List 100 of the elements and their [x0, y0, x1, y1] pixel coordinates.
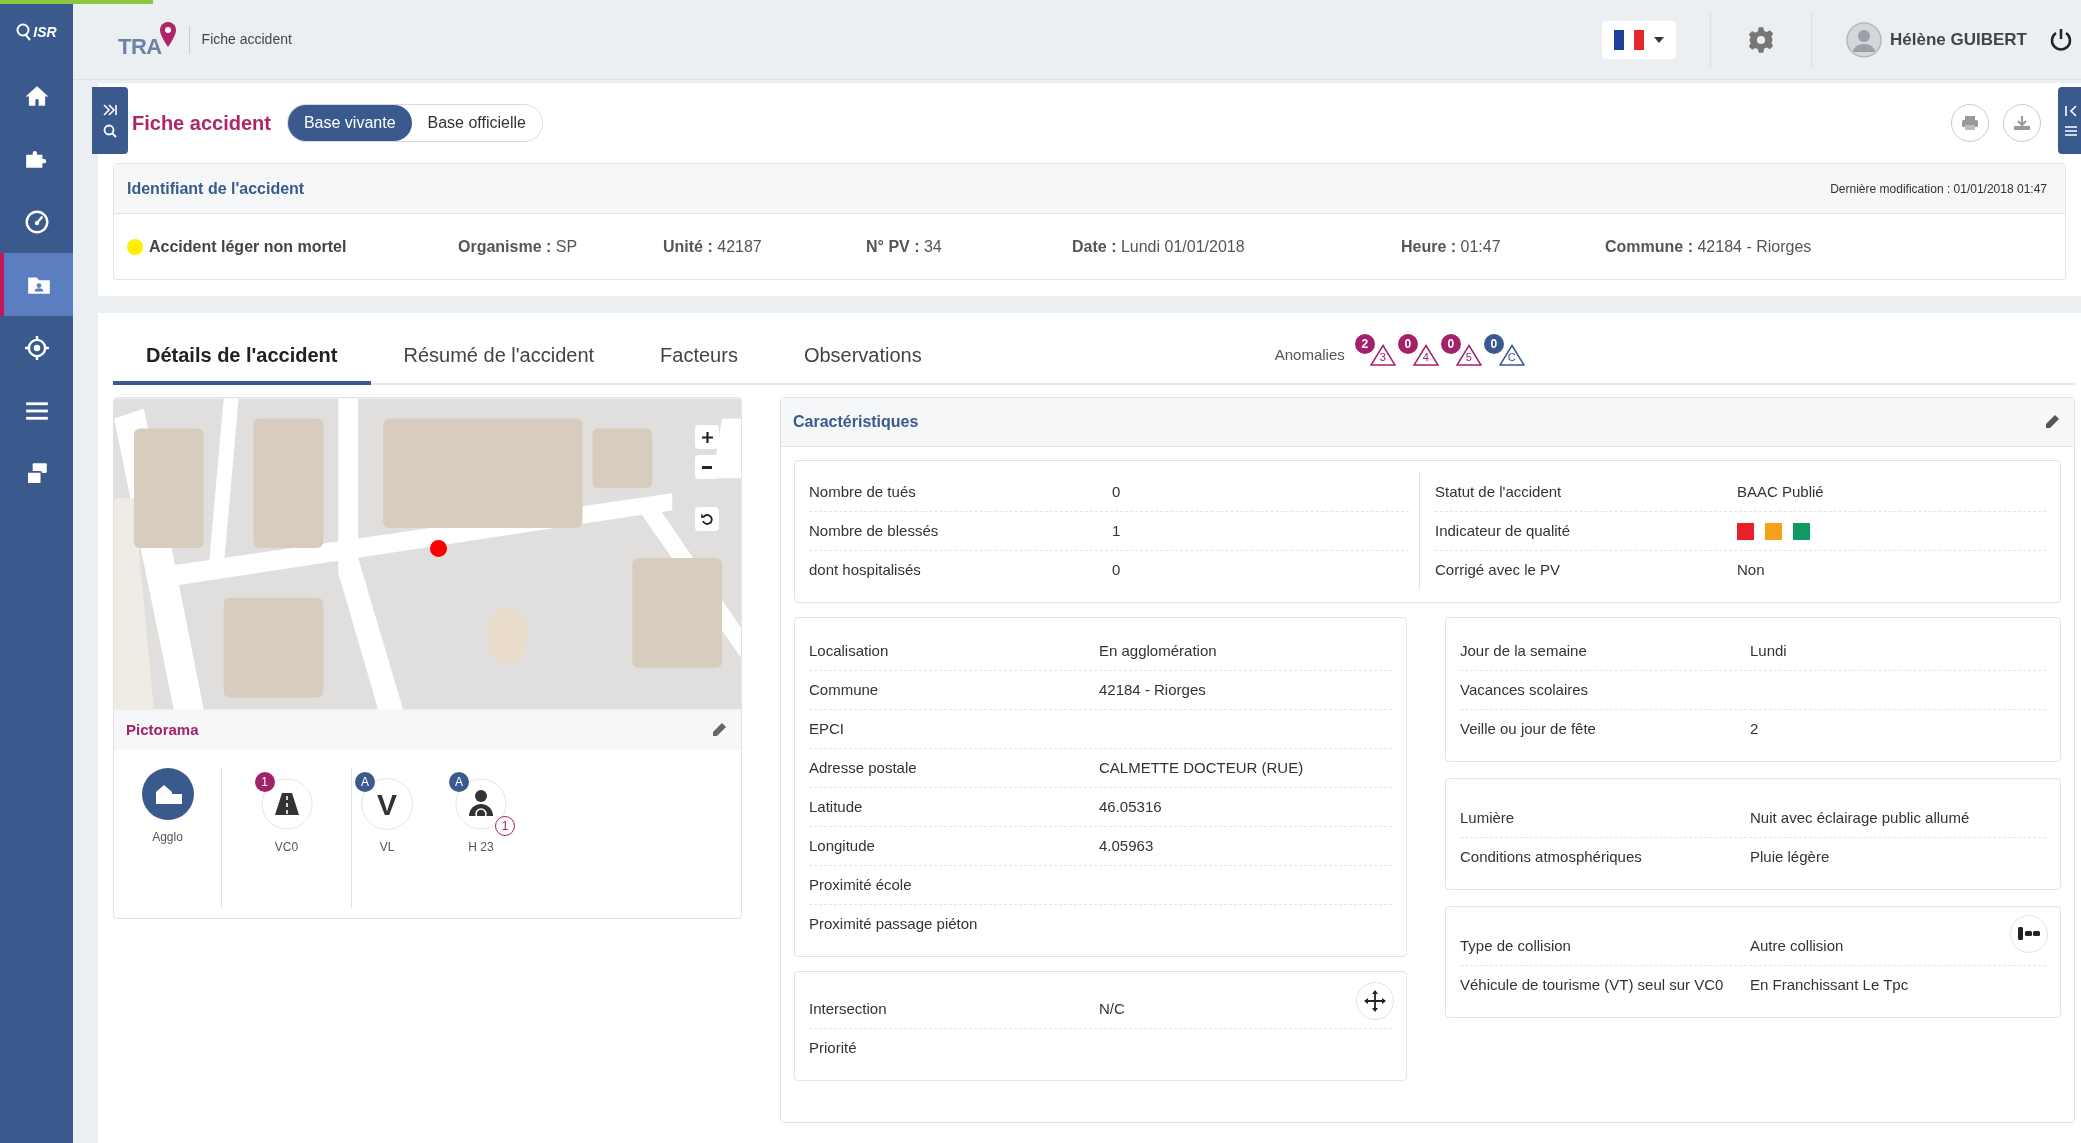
info-field: N° PV : 34 [866, 237, 942, 255]
last-modified-text: Dernière modification : 01/01/2018 01:47 [1830, 180, 2047, 198]
count-badge: A [355, 772, 375, 792]
field-value: En Franchissant Le Tpc [1750, 975, 1909, 996]
count-badge: A [449, 772, 469, 792]
road-icon [260, 778, 313, 830]
field-label: Localisation [809, 640, 890, 661]
field-label: Priorité [809, 1038, 858, 1059]
zoom-out-button[interactable] [695, 455, 719, 479]
printer-icon [1961, 115, 1979, 131]
zoom-in-button[interactable] [695, 425, 719, 449]
gauge-icon [23, 208, 50, 235]
field-label: Jour de la semaine [1460, 640, 1588, 661]
pencil-icon [2044, 414, 2060, 430]
driver-icon [455, 778, 507, 830]
pictogram-label: VL [379, 839, 395, 856]
section-title: Identifiant de l'accident [127, 178, 305, 199]
field-label: Véhicule de tourisme (VT) seul sur VC0 [1460, 975, 1725, 996]
pencil-icon [711, 722, 727, 738]
field-label: Latitude [809, 796, 864, 817]
field-label: Proximité passage piéton [809, 914, 979, 935]
field-value: En agglomération [1099, 640, 1217, 661]
list-icon [2065, 124, 2077, 137]
field-label: Nombre de blessés [809, 520, 940, 541]
info-field: Commune : 42184 - Riorges [1605, 237, 1812, 255]
toggle-option[interactable]: Base vivante [287, 105, 412, 141]
sidebar-item[interactable] [0, 253, 73, 316]
collapse-icon [2065, 104, 2077, 117]
edit-button[interactable] [2044, 413, 2062, 431]
field-label: Corrigé avec le PV [1435, 560, 1562, 581]
pictogram-label: H 23 [468, 839, 494, 856]
anomaly-count-badge: 0 [1483, 334, 1504, 354]
field-value: Nuit avec éclairage public allumé [1750, 807, 1970, 828]
flag-icon [1614, 29, 1644, 50]
warning-triangle-icon [1412, 344, 1439, 366]
field-value: CALMETTE DOCTEUR (RUE) [1099, 757, 1304, 778]
field-value: Lundi [1750, 640, 1787, 661]
field-label: Adresse postale [809, 757, 918, 778]
field-value: 2 [1750, 719, 1759, 740]
app-logo: ISR [33, 22, 57, 42]
pictogram-label: Agglo [152, 829, 183, 846]
field-value: 1 [1112, 520, 1121, 541]
anomaly-count-badge: 0 [1440, 334, 1461, 354]
magnifier-icon [16, 23, 33, 41]
section-title: Pictorama [126, 719, 199, 740]
language-dropdown[interactable] [1602, 20, 1676, 59]
tab[interactable]: Facteurs [627, 329, 771, 385]
plus-icon [701, 431, 713, 443]
expand-icon [103, 103, 117, 116]
warning-triangle-icon [1369, 344, 1396, 366]
field-value: N/C [1099, 998, 1125, 1019]
field-value: BAAC Publié [1737, 481, 1824, 502]
minus-icon [702, 465, 712, 469]
anomaly-count-badge: 0 [1397, 334, 1418, 354]
side-panel-toggle[interactable] [2058, 87, 2081, 154]
field-value: 42184 - Riorges [1099, 679, 1206, 700]
breadcrumb: Fiche accident [201, 30, 292, 49]
crosshair-icon [23, 334, 50, 361]
field-value: 46.05316 [1099, 796, 1162, 817]
count-badge: 1 [254, 772, 275, 792]
field-value: Non [1737, 560, 1765, 581]
reset-view-button[interactable] [695, 507, 719, 531]
field-label: Indicateur de qualité [1435, 520, 1572, 541]
field-label: Lumière [1460, 807, 1516, 828]
field-label: Intersection [809, 998, 888, 1019]
field-label: Veille ou jour de fête [1460, 719, 1597, 740]
info-field: Date : Lundi 01/01/2018 [1072, 237, 1245, 255]
field-value: 0 [1112, 481, 1121, 502]
move-button[interactable] [1356, 982, 1394, 1020]
field-label: dont hospitalisés [809, 560, 922, 581]
user-name: Hélène GUIBERT [1890, 28, 2027, 51]
field-value: 4.05963 [1099, 835, 1154, 856]
tab[interactable]: Résumé de l'accident [370, 329, 628, 385]
field-label: Proximité école [809, 874, 913, 895]
field-label: Longitude [809, 835, 876, 856]
caret-icon [1654, 36, 1664, 43]
move-icon [1364, 990, 1386, 1012]
anomalies-label: Anomalies [1274, 344, 1345, 365]
field-label: Vacances scolaires [1460, 679, 1590, 700]
field-label: Commune [809, 679, 880, 700]
collision-type-button[interactable] [2010, 915, 2048, 953]
tab[interactable]: Observations [770, 329, 955, 385]
severity-label: Accident léger non mortel [149, 236, 347, 257]
anomaly-count-badge: 2 [1354, 334, 1375, 354]
edit-button[interactable] [711, 721, 729, 739]
search-icon [103, 123, 117, 138]
rotate-icon [701, 513, 713, 525]
download-icon [2013, 115, 2031, 131]
tab[interactable]: Détails de l'accident [113, 329, 371, 385]
building-icon [141, 768, 194, 820]
avatar-icon [1846, 21, 1882, 58]
field-value: Autre collision [1750, 935, 1844, 956]
warning-triangle-icon [1498, 344, 1525, 366]
side-panel-toggle[interactable] [92, 87, 128, 154]
info-field: Heure : 01:47 [1401, 237, 1501, 255]
anomaly-code: C [1507, 352, 1516, 363]
cars-icon [2017, 927, 2041, 941]
field-value: Pluie légère [1750, 847, 1830, 868]
anomaly-code: 4 [1422, 352, 1429, 363]
warning-triangle-icon [1455, 344, 1482, 366]
